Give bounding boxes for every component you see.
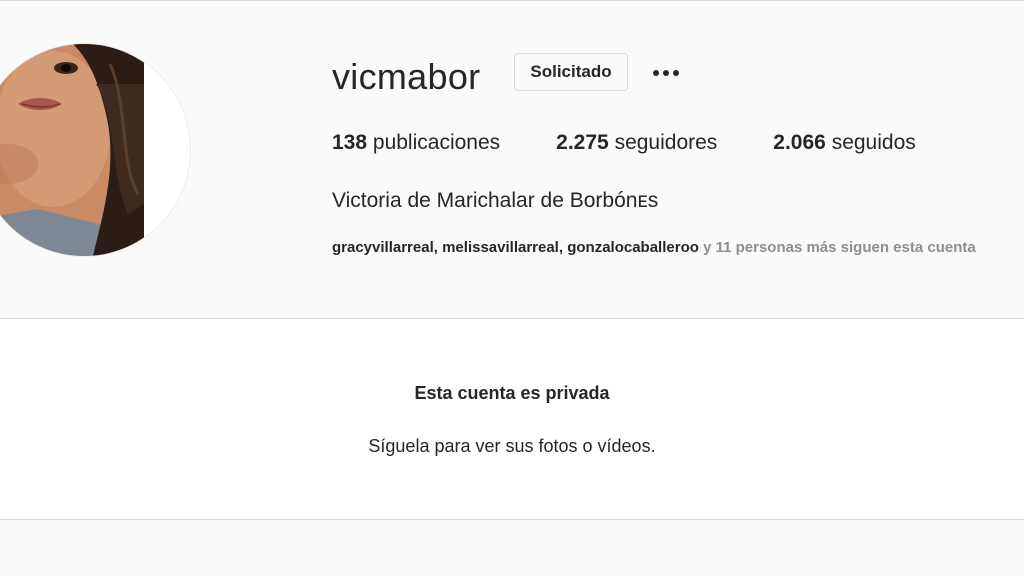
followers-stat[interactable]: 2.275 seguidores xyxy=(556,129,717,157)
separator: , xyxy=(433,239,443,256)
more-options-icon[interactable] xyxy=(648,61,684,85)
footer-area xyxy=(0,520,1024,576)
follower-link[interactable]: gonzalocaballeroo xyxy=(567,239,699,256)
profile-full-name: Victoria de Marichalar de Borbónᴇs xyxy=(332,189,659,212)
following-count: 2.066 xyxy=(773,131,826,154)
profile-avatar[interactable] xyxy=(0,44,190,256)
followers-count: 2.275 xyxy=(556,131,609,154)
following-stat[interactable]: 2.066 seguidos xyxy=(773,129,915,157)
following-label: seguidos xyxy=(831,131,916,154)
follower-link[interactable]: gracyvillarreal xyxy=(332,239,434,256)
profile-stats: 138 publicaciones 2.275 seguidores 2.066… xyxy=(332,129,972,157)
private-title: Esta cuenta es privada xyxy=(414,383,610,403)
posts-count: 138 xyxy=(332,131,368,154)
posts-stat: 138 publicaciones xyxy=(332,129,500,157)
avatar-photo xyxy=(0,44,190,256)
private-subtitle: Síguela para ver sus fotos o vídeos. xyxy=(368,436,656,456)
dot xyxy=(653,70,659,76)
follower-link[interactable]: melissavillarreal xyxy=(442,239,559,256)
private-account-notice: Esta cuenta es privada Síguela para ver … xyxy=(0,319,1024,519)
posts-label: publicaciones xyxy=(372,131,501,154)
profile-header: vicmabor Solicitado 138 publicaciones 2.… xyxy=(0,1,1024,318)
profile-username: vicmabor xyxy=(332,56,481,97)
others-follow-link[interactable]: y 11 personas más siguen esta cuenta xyxy=(703,239,976,256)
dot xyxy=(673,70,679,76)
followers-label: seguidores xyxy=(614,131,718,154)
dot xyxy=(663,70,669,76)
separator: , xyxy=(558,239,568,256)
requested-button[interactable]: Solicitado xyxy=(514,53,628,91)
followed-by-line: gracyvillarreal, melissavillarreal, gonz… xyxy=(332,237,976,259)
